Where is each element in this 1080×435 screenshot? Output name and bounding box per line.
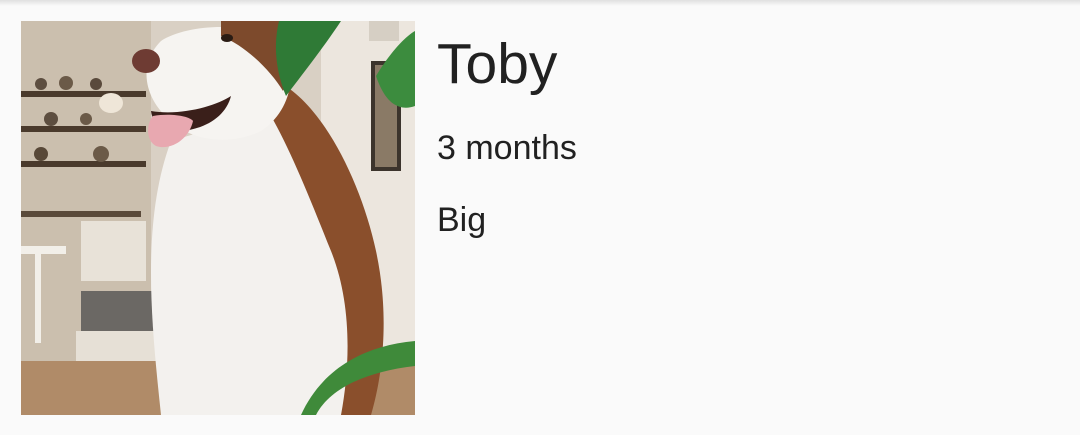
pet-name: Toby <box>437 32 558 96</box>
pet-age: 3 months <box>437 129 577 167</box>
pet-photo <box>21 21 415 415</box>
dog-photo-illustration <box>21 21 415 415</box>
pet-card[interactable]: Toby 3 months Big <box>0 0 1080 435</box>
pet-size: Big <box>437 201 487 239</box>
